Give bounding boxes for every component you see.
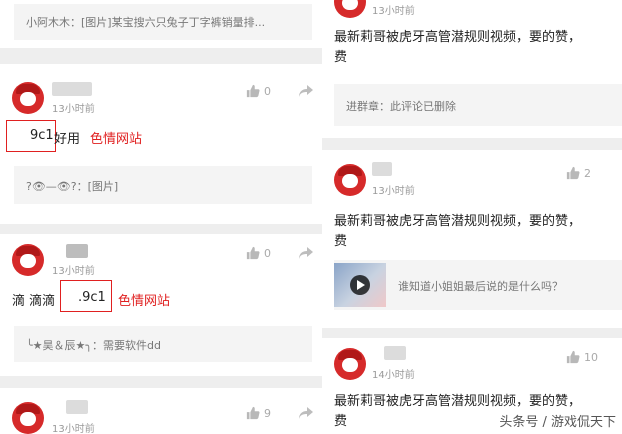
share-icon[interactable] [298,246,314,260]
comment-card: 13小时前 2 最新莉哥被虎牙高管潜规则视频，要的赞， 费 谁知道小姐姐最后说的… [322,150,622,328]
reply-preview[interactable]: 小阿木木：[图片]某宝搜六只兔子丁字裤销量排... [14,4,312,40]
like-count: 0 [264,84,271,98]
play-icon [350,275,370,295]
comment-text-redacted: .9c1 [78,290,106,305]
avatar[interactable] [12,244,44,276]
reply-text: ╰★昊＆辰★╮：需要软件dd [26,339,161,352]
like-button[interactable]: 10 [566,350,598,364]
like-count: 0 [264,246,271,260]
comment-text-redacted: 9c1 [30,128,54,143]
like-button[interactable]: 0 [246,246,271,260]
avatar[interactable] [12,82,44,114]
avatar[interactable] [12,402,44,434]
comment-card: 小阿木木：[图片]某宝搜六只兔子丁字裤销量排... [0,0,322,48]
thumbs-up-icon [246,406,260,420]
share-icon[interactable] [298,84,314,98]
video-reply-preview[interactable]: 谁知道小姐姐最后说的是什么吗？ [334,260,622,310]
left-comment-column: 小阿木木：[图片]某宝搜六只兔子丁字裤销量排... 13小时前 0 9c1 好用… [0,0,322,434]
like-count: 10 [584,350,598,364]
username-redacted[interactable] [66,400,88,414]
comment-time: 14小时前 [372,370,415,381]
reply-preview[interactable]: 进群章：此评论已删除 [334,84,622,126]
comment-card: 13小时前 0 滴 滴滴 .9c1 色情网站 ╰★昊＆辰★╮：需要软件dd [0,234,322,376]
avatar[interactable] [334,0,366,18]
username-redacted[interactable] [372,162,392,176]
comment-text: 费 [334,50,348,65]
comment-time: 13小时前 [52,266,95,277]
comment-text: 好用 [54,132,81,147]
comment-time: 13小时前 [52,104,95,115]
reply-text: 小阿木木：[图片]某宝搜六只兔子丁字裤销量排... [26,16,266,29]
reply-text: 进群章：此评论已删除 [346,100,456,113]
comment-card: 13小时前 9 [0,388,322,434]
like-count: 2 [584,166,591,180]
thumbs-up-icon [246,246,260,260]
thumbs-up-icon [566,166,580,180]
avatar[interactable] [334,164,366,196]
comment-text: 最新莉哥被虎牙高管潜规则视频，要的赞， [334,214,582,229]
comment-time: 13小时前 [372,6,415,17]
username-redacted[interactable] [384,346,406,360]
video-thumbnail[interactable] [334,263,386,307]
thumbs-up-icon [566,350,580,364]
comment-text: 最新莉哥被虎牙高管潜规则视频，要的赞， [334,394,582,409]
reply-text: 谁知道小姐姐最后说的是什么吗？ [398,280,563,293]
like-button[interactable]: 0 [246,84,271,98]
like-button[interactable]: 2 [566,166,591,180]
reply-preview[interactable]: ?👁—👁?：[图片] [14,166,312,204]
comment-text: 最新莉哥被虎牙高管潜规则视频，要的赞， [334,30,582,45]
right-comment-column: 13小时前 最新莉哥被虎牙高管潜规则视频，要的赞， 费 进群章：此评论已删除 1… [322,0,622,434]
annotation-label: 色情网站 [90,132,143,147]
comment-card: 13小时前 0 9c1 好用 色情网站 ?👁—👁?：[图片] [0,64,322,224]
reply-preview[interactable]: ╰★昊＆辰★╮：需要软件dd [14,326,312,362]
comment-text: 费 [334,414,348,429]
watermark: 头条号 / 游戏侃天下 [499,415,616,430]
comment-card: 13小时前 最新莉哥被虎牙高管潜规则视频，要的赞， 费 进群章：此评论已删除 [322,0,622,138]
comment-time: 13小时前 [52,424,95,434]
comment-text: 费 [334,234,348,249]
share-icon[interactable] [298,406,314,420]
like-button[interactable]: 9 [246,406,271,420]
thumbs-up-icon [246,84,260,98]
avatar[interactable] [334,348,366,380]
username-redacted[interactable] [66,244,88,258]
like-count: 9 [264,406,271,420]
annotation-label: 色情网站 [118,294,171,309]
comment-time: 13小时前 [372,186,415,197]
comment-text: 滴 滴滴 [12,294,56,309]
username-redacted[interactable] [52,82,92,96]
reply-text: ?👁—👁?：[图片] [26,180,119,193]
